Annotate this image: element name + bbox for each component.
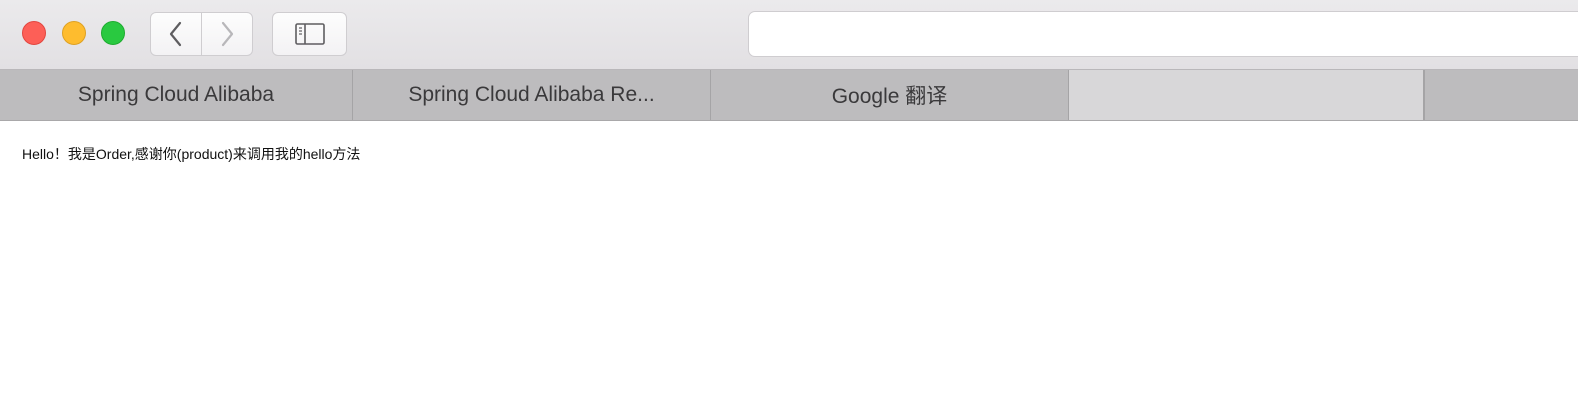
page-content: Hello！我是Order,感谢你(product)来调用我的hello方法	[0, 121, 1578, 412]
chevron-right-icon	[221, 21, 234, 47]
tab-active[interactable]	[1069, 70, 1424, 120]
tab-label: Spring Cloud Alibaba	[77, 83, 275, 106]
page-body-text: Hello！我是Order,感谢你(product)来调用我的hello方法	[22, 146, 361, 162]
tab-label: Spring Cloud Alibaba Re...	[408, 83, 655, 106]
tab-google-translate[interactable]: Google 翻译	[711, 70, 1069, 120]
tab-overflow[interactable]	[1424, 70, 1578, 120]
tab-spring-cloud-alibaba-re[interactable]: Spring Cloud Alibaba Re...	[353, 70, 711, 120]
chevron-left-icon	[169, 21, 182, 47]
tab-spring-cloud-alibaba[interactable]: Spring Cloud Alibaba	[0, 70, 353, 120]
sidebar-icon	[294, 23, 325, 45]
maximize-window-button[interactable]	[101, 21, 125, 45]
address-bar[interactable]	[748, 11, 1578, 57]
sidebar-toggle-button[interactable]	[272, 12, 347, 56]
minimize-window-button[interactable]	[62, 21, 86, 45]
back-button[interactable]	[151, 13, 201, 55]
tab-label: Google 翻译	[831, 85, 948, 108]
forward-button[interactable]	[201, 13, 252, 55]
close-window-button[interactable]	[22, 21, 46, 45]
browser-toolbar	[0, 0, 1578, 70]
tab-bar: Spring Cloud Alibaba Spring Cloud Alibab…	[0, 70, 1578, 121]
navigation-buttons	[150, 12, 253, 56]
